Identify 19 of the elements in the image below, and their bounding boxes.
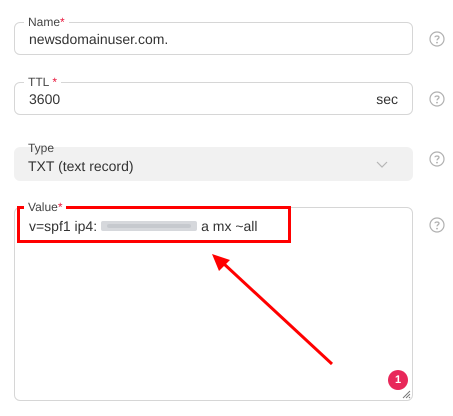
required-mark: *	[52, 76, 58, 88]
field-label: Value	[28, 201, 58, 213]
unit-label: sec	[376, 90, 398, 106]
help-icon[interactable]	[429, 151, 445, 167]
field-value: v=spf1 ip4:	[29, 218, 98, 234]
help-icon[interactable]	[429, 31, 445, 47]
field-value: 3600	[29, 90, 60, 106]
field-label: TTL	[28, 76, 50, 88]
help-icon[interactable]	[429, 91, 445, 107]
field-value: newsdomainuser.com.	[29, 30, 168, 46]
chevron-down-icon	[376, 161, 388, 168]
field-value: a mx ~all	[201, 218, 258, 234]
required-mark: *	[58, 201, 62, 213]
help-icon[interactable]	[429, 217, 445, 233]
notification-badge: 1	[388, 370, 408, 390]
resize-grip-icon[interactable]	[402, 390, 411, 399]
field-label: Name	[28, 16, 60, 28]
required-mark: *	[60, 16, 65, 28]
field-value: TXT (text record)	[28, 158, 134, 174]
